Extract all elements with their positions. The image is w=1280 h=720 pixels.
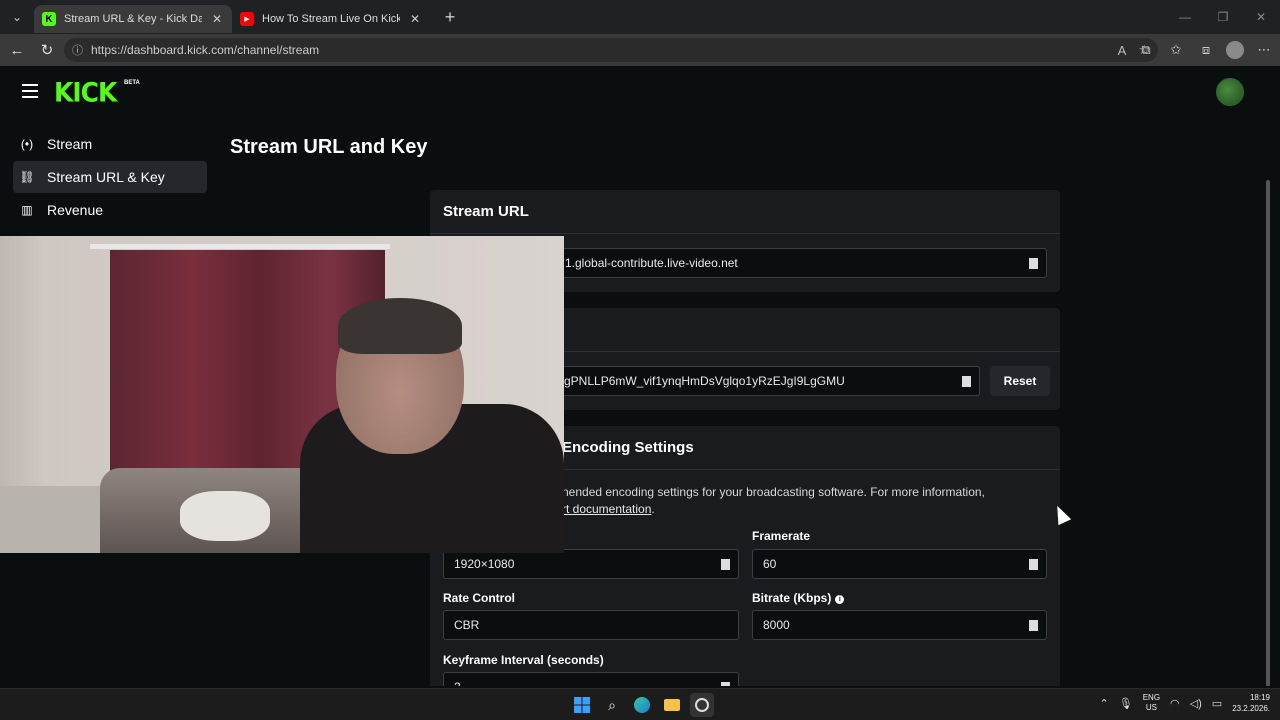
sidebar-item-label: Stream URL & Key [47, 169, 165, 185]
encoding-heading-text: Encoding Settings [562, 439, 694, 456]
resolution-field[interactable]: 1920×1080 [443, 549, 739, 579]
copy-icon[interactable] [719, 682, 730, 686]
tab-title: Stream URL & Key - Kick Dashboar [64, 13, 202, 25]
framerate-value: 60 [763, 557, 777, 571]
page-scrollbar[interactable] [1266, 180, 1270, 686]
encoding-description: nended encoding settings for your broadc… [562, 484, 1042, 518]
minimize-icon[interactable]: — [1166, 0, 1204, 34]
webcam-overlay [0, 236, 564, 553]
page-title: Stream URL and Key [230, 136, 428, 158]
tab-list-chevron-icon[interactable]: ⌄ [0, 0, 34, 34]
wifi-icon[interactable]: ◠ [1170, 697, 1180, 710]
favorites-icon[interactable]: ✩ [1166, 38, 1186, 62]
region-code: US [1145, 703, 1157, 712]
description-tail: . [651, 502, 655, 516]
microphone-icon[interactable]: 🎙︎ [1119, 697, 1133, 710]
copy-icon[interactable] [719, 559, 730, 570]
obs-recording-icon[interactable] [690, 693, 714, 717]
sidebar-item-revenue[interactable]: ▥ Revenue [13, 194, 207, 226]
new-tab-plus-icon[interactable]: + [436, 3, 464, 31]
sidebar-item-label: Stream [47, 136, 93, 152]
collections-icon[interactable]: ⧈ [1196, 38, 1216, 62]
file-explorer-icon[interactable] [660, 693, 684, 717]
bitrate-label: Bitrate (Kbps) i [752, 591, 845, 605]
stream-url-heading: Stream URL [430, 190, 1060, 234]
curtain-rail [90, 244, 390, 249]
close-tab-icon[interactable]: ✕ [210, 12, 224, 26]
close-window-icon[interactable]: ✕ [1242, 0, 1280, 34]
clock[interactable]: 18:19 23.2.2026. [1232, 692, 1270, 714]
sidebar-item-label: Revenue [47, 202, 104, 218]
tab-kick-dashboard[interactable]: K Stream URL & Key - Kick Dashboar ✕ [34, 5, 232, 33]
window-controls: — ❐ ✕ [1166, 0, 1280, 34]
language-code: ENG [1142, 693, 1161, 702]
framerate-field[interactable]: 60 [752, 549, 1047, 579]
battery-icon[interactable]: ▭ [1212, 697, 1222, 710]
site-info-icon[interactable]: ⓘ [72, 42, 83, 58]
webcam-cloth [180, 491, 270, 541]
volume-icon[interactable]: ◁) [1190, 697, 1202, 710]
reload-icon[interactable]: ↻ [32, 35, 62, 65]
back-arrow-icon[interactable]: ← [2, 35, 32, 65]
tab-youtube-video[interactable]: ▶ How To Stream Live On Kick With ✕ [232, 5, 430, 33]
windows-taskbar: ⌕ ⌃ 🎙︎ ENG US ◠ ◁) ▭ 18:19 23.2.2026. [0, 688, 1280, 720]
read-aloud-icon[interactable]: A [1118, 43, 1127, 58]
search-icon[interactable]: ⌕ [600, 693, 624, 717]
rate-control-value: CBR [454, 618, 480, 632]
copy-icon[interactable] [1027, 559, 1038, 570]
restore-icon[interactable]: ❐ [1204, 0, 1242, 34]
reset-key-button[interactable]: Reset [990, 366, 1050, 396]
keyframe-label: Keyframe Interval (seconds) [443, 653, 604, 667]
more-menu-icon[interactable]: ⋯ [1254, 38, 1274, 62]
bitrate-value: 8000 [763, 618, 790, 632]
copy-icon[interactable] [960, 376, 971, 387]
clock-time: 18:19 [1249, 693, 1270, 702]
edge-browser-icon[interactable] [630, 693, 654, 717]
keyframe-field[interactable]: 2 [443, 672, 739, 686]
extensions-icon[interactable]: ⧉ [1136, 38, 1156, 62]
close-tab-icon[interactable]: ✕ [408, 12, 422, 26]
stream-key-value: gPNLLP6mW_vif1ynqHmDsVglqo1yRzEJgI9LgGMU [564, 374, 845, 388]
copy-icon[interactable] [1027, 258, 1038, 269]
chevron-up-icon[interactable]: ⌃ [1100, 697, 1109, 710]
kick-favicon-icon: K [42, 12, 56, 26]
sidebar: (•) Stream ⛓ Stream URL & Key ▥ Revenue [13, 128, 207, 227]
youtube-favicon-icon: ▶ [240, 12, 254, 26]
url-text: https://dashboard.kick.com/channel/strea… [91, 43, 320, 57]
link-icon: ⛓ [19, 170, 35, 184]
profile-avatar[interactable] [1226, 41, 1244, 59]
resolution-value: 1920×1080 [454, 557, 515, 571]
tab-title: How To Stream Live On Kick With [262, 13, 400, 25]
bar-chart-icon: ▥ [21, 203, 33, 217]
beta-badge: BETA [124, 80, 140, 86]
stream-url-value: 1.global-contribute.live-video.net [565, 256, 738, 270]
rate-control-field[interactable]: CBR [443, 610, 739, 640]
kick-logo[interactable]: KICK [54, 77, 117, 107]
copy-icon[interactable] [1027, 620, 1038, 631]
browser-toolbar: ← ↻ ⓘ https://dashboard.kick.com/channel… [0, 34, 1280, 66]
keyframe-value: 2 [454, 680, 461, 686]
broadcast-icon: (•) [20, 137, 34, 151]
rate-control-label: Rate Control [443, 591, 515, 605]
address-bar[interactable]: ⓘ https://dashboard.kick.com/channel/str… [64, 38, 1158, 62]
browser-tab-strip: ⌄ K Stream URL & Key - Kick Dashboar ✕ ▶… [0, 0, 1280, 34]
user-avatar[interactable] [1216, 78, 1244, 106]
description-line: nended encoding settings for your broadc… [562, 485, 985, 499]
hamburger-menu-icon[interactable] [22, 84, 38, 98]
bitrate-label-text: Bitrate (Kbps) [752, 591, 832, 605]
info-icon[interactable]: i [835, 595, 845, 604]
documentation-link[interactable]: rt documentation [562, 502, 651, 516]
sidebar-item-stream[interactable]: (•) Stream [13, 128, 207, 160]
bitrate-field[interactable]: 8000 [752, 610, 1047, 640]
system-tray: ⌃ 🎙︎ ENG US ◠ ◁) ▭ 18:19 23.2.2026. [1100, 692, 1270, 714]
framerate-label: Framerate [752, 529, 811, 543]
clock-date: 23.2.2026. [1232, 704, 1270, 713]
windows-start-icon[interactable] [570, 693, 594, 717]
sidebar-item-stream-url-key[interactable]: ⛓ Stream URL & Key [13, 161, 207, 193]
language-indicator[interactable]: ENG US [1143, 693, 1160, 713]
webcam-person-hair [338, 298, 462, 354]
webcam-floor [0, 486, 110, 553]
